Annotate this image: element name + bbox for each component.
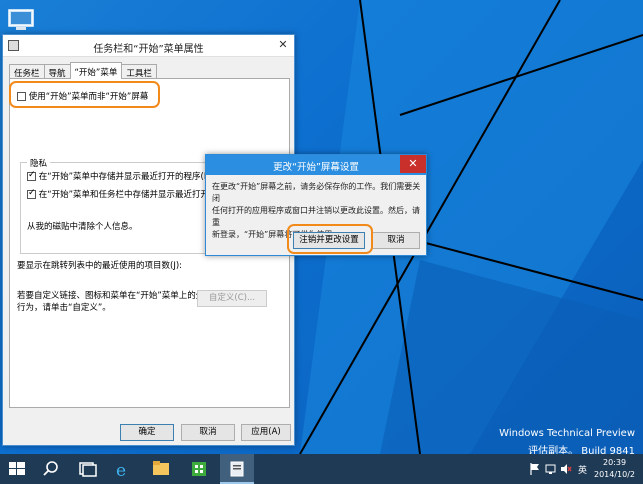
store-programs-checkbox[interactable] [27, 170, 36, 181]
jumplist-count-label: 要显示在跳转列表中的最近使用的项目数(J): [17, 261, 183, 271]
file-explorer-icon [153, 461, 169, 475]
clock-date[interactable]: 2014/10/2 [594, 470, 635, 479]
tab-bar: 任务栏 导航 “开始”菜单 工具栏 [9, 62, 157, 79]
window-titlebar[interactable]: 任务栏和“开始”菜单属性 ✕ [3, 35, 294, 57]
tab-toolbars[interactable]: 工具栏 [121, 64, 157, 79]
clock-time[interactable]: 20:39 [603, 458, 626, 467]
close-icon[interactable]: ✕ [276, 38, 290, 52]
tab-start-menu[interactable]: “开始”菜单 [69, 62, 123, 79]
watermark-build: 评估副本。 Build 9841 [528, 446, 635, 454]
network-icon[interactable] [545, 463, 557, 475]
dialog-cancel-button[interactable]: 取消 [372, 232, 420, 249]
store-button[interactable] [182, 454, 216, 484]
file-explorer-button[interactable] [144, 454, 178, 484]
search-icon [43, 461, 58, 476]
taskbar: e 英 20:39 2014/10/2 [0, 454, 643, 484]
customize-description-1: 若要自定义链接、图标和菜单在“开始”菜单上的外观和 [17, 291, 222, 301]
svg-text:e: e [116, 461, 126, 481]
dialog-message-line-1: 在更改“开始”屏幕之前，请务必保存你的工作。我们需要关闭 [212, 182, 421, 203]
internet-explorer-button[interactable]: e [106, 454, 140, 484]
customize-button[interactable]: 自定义(C)... [197, 290, 267, 307]
store-items-checkbox[interactable] [27, 188, 36, 199]
tab-taskbar[interactable]: 任务栏 [9, 64, 45, 79]
dialog-close-icon[interactable]: ✕ [400, 155, 426, 173]
window-title: 任务栏和“开始”菜单属性 [93, 44, 204, 55]
tab-navigation[interactable]: 导航 [43, 64, 71, 79]
computer-desktop-icon[interactable] [6, 6, 36, 36]
taskbar-properties-icon [230, 461, 244, 477]
start-button[interactable] [0, 454, 34, 484]
ok-button[interactable]: 确定 [120, 424, 174, 441]
clear-personal-info-text: 从我的磁贴中清除个人信息。 [27, 222, 138, 232]
watermark-title: Windows Technical Preview [499, 428, 635, 439]
volume-muted-icon[interactable] [560, 463, 572, 475]
cancel-button[interactable]: 取消 [181, 424, 235, 441]
internet-explorer-icon: e [116, 461, 126, 481]
dialog-titlebar[interactable]: 更改“开始”屏幕设置 ✕ [206, 155, 426, 175]
windows-start-icon [9, 462, 25, 475]
dialog-title: 更改“开始”屏幕设置 [273, 162, 359, 173]
task-view-button[interactable] [70, 454, 104, 484]
highlight-signout-button [287, 224, 373, 254]
task-view-icon [79, 462, 97, 477]
flag-icon[interactable] [530, 463, 540, 475]
privacy-group-label: 隐私 [27, 157, 51, 169]
taskbar-properties-task[interactable] [220, 454, 254, 484]
customize-description-2: 行为，请单击“自定义”。 [17, 303, 111, 313]
ime-indicator[interactable]: 英 [578, 463, 587, 476]
highlight-start-menu-option [9, 81, 160, 108]
store-icon [192, 462, 206, 476]
store-programs-label: 在“开始”菜单中存储并显示最近打开的程序(P) [38, 172, 213, 182]
privacy-option-programs[interactable]: 在“开始”菜单中存储并显示最近打开的程序(P) [27, 170, 212, 182]
search-button[interactable] [34, 454, 68, 484]
apply-button[interactable]: 应用(A) [241, 424, 291, 441]
